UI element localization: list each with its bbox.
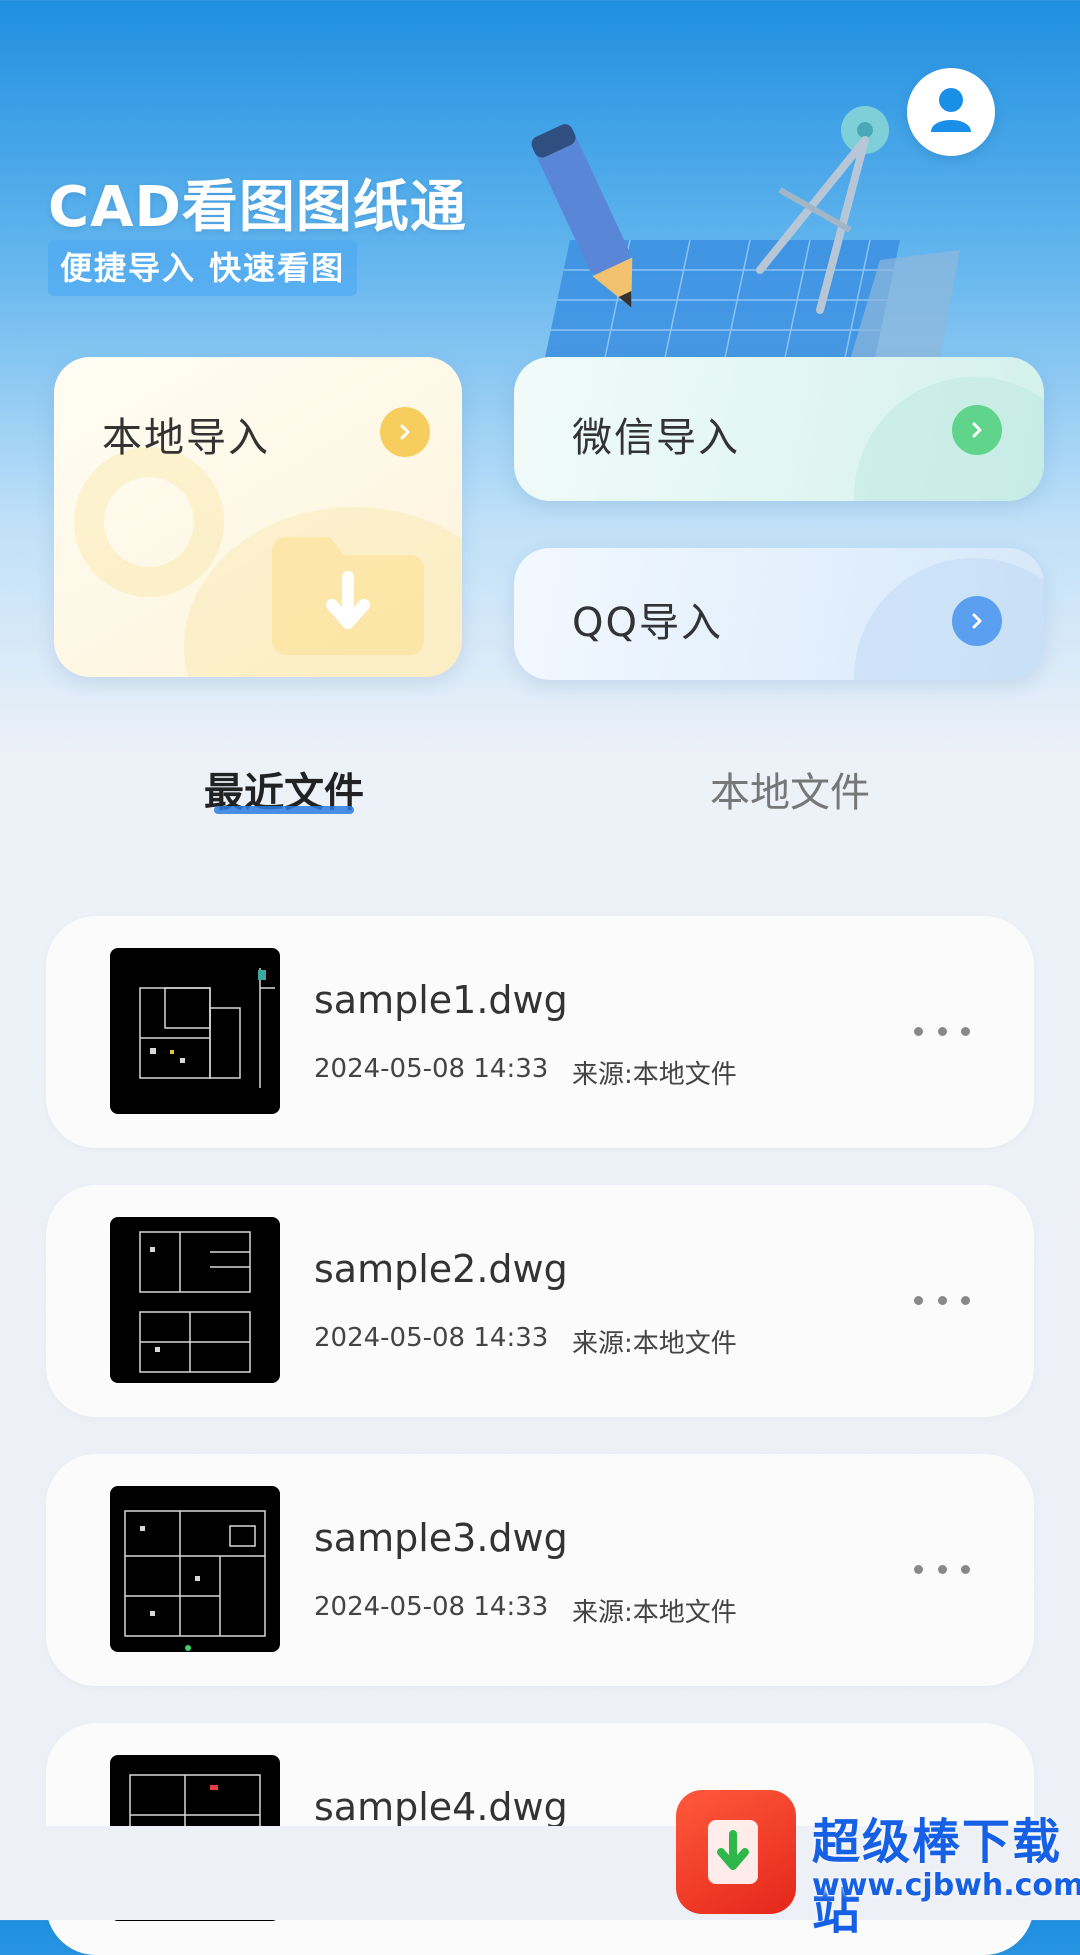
qq-import-card[interactable]: QQ导入 (514, 548, 1044, 680)
file-timestamp: 2024-05-08 14:33 (314, 1592, 549, 1622)
file-timestamp: 2024-05-08 14:33 (314, 1054, 549, 1084)
file-timestamp: 2024-05-08 14:33 (314, 1323, 549, 1353)
watermark-logo (676, 1790, 796, 1914)
dwg-thumbnail (110, 1486, 280, 1652)
chevron-right-icon (952, 405, 1002, 455)
dwg-thumbnail (110, 1217, 280, 1383)
decor-blob (854, 558, 1044, 680)
folder-download-icon (272, 537, 424, 659)
decor-ring (74, 447, 224, 597)
dwg-thumbnail (110, 948, 280, 1114)
user-avatar-button[interactable] (907, 68, 995, 156)
file-name: sample3.dwg (314, 1516, 568, 1560)
wechat-import-label: 微信导入 (572, 415, 740, 461)
file-name: sample2.dwg (314, 1247, 568, 1291)
more-options-button[interactable] (914, 1016, 970, 1046)
drafting-illustration (520, 100, 980, 360)
file-source: 来源:本地文件 (572, 1060, 737, 1090)
wechat-import-card[interactable]: 微信导入 (514, 357, 1044, 501)
chevron-right-icon (952, 596, 1002, 646)
file-list-item[interactable]: sample2.dwg 2024-05-08 14:33 来源:本地文件 (46, 1185, 1034, 1417)
file-list-item[interactable]: sample3.dwg 2024-05-08 14:33 来源:本地文件 (46, 1454, 1034, 1686)
more-options-button[interactable] (914, 1285, 970, 1315)
user-icon (929, 86, 973, 138)
local-import-label: 本地导入 (102, 415, 270, 461)
local-import-card[interactable]: 本地导入 (54, 357, 462, 677)
file-source: 来源:本地文件 (572, 1329, 737, 1359)
chevron-right-icon (380, 407, 430, 457)
qq-import-label: QQ导入 (572, 600, 723, 646)
tab-local-files[interactable]: 本地文件 (710, 760, 870, 818)
app-slogan: 便捷导入 快速看图 (48, 240, 358, 296)
file-source: 来源:本地文件 (572, 1598, 737, 1628)
file-name: sample4.dwg (314, 1785, 568, 1829)
file-name: sample1.dwg (314, 978, 568, 1022)
watermark-url: www.cjbwh.com (812, 1868, 1080, 1903)
active-tab-indicator (214, 806, 354, 814)
decor-blob (854, 377, 1044, 501)
file-list-item[interactable]: sample1.dwg 2024-05-08 14:33 来源:本地文件 (46, 916, 1034, 1148)
more-options-button[interactable] (914, 1554, 970, 1584)
app-title: CAD看图图纸通 (48, 175, 467, 240)
